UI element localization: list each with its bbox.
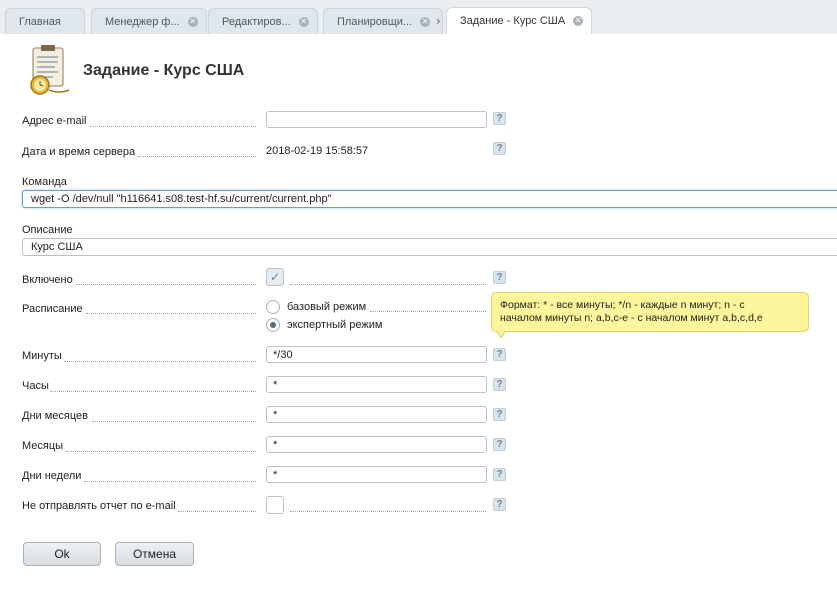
days-of-month-label: Дни месяцев xyxy=(22,410,88,422)
email-field[interactable] xyxy=(266,111,487,128)
tab-editor[interactable]: Редактиров... ✕ xyxy=(208,8,318,34)
server-time-label: Дата и время сервера xyxy=(22,146,136,158)
help-icon[interactable]: ? xyxy=(493,348,506,361)
tab-scheduler[interactable]: Планировщи... ✕ xyxy=(323,8,443,34)
tab-label: Менеджер ф... xyxy=(105,15,180,28)
help-icon[interactable]: ? xyxy=(493,378,506,391)
close-icon[interactable]: ✕ xyxy=(573,16,584,26)
cancel-button[interactable]: Отмена xyxy=(115,542,194,566)
chevron-right-icon: › xyxy=(436,14,441,28)
schedule-basic-radio[interactable] xyxy=(266,300,280,314)
tooltip-line: Формат: * - все минуты; */n - каждые n м… xyxy=(500,299,745,311)
hours-label: Часы xyxy=(22,380,49,392)
tab-label: Задание - Курс США xyxy=(460,15,566,27)
days-of-week-label: Дни недели xyxy=(22,470,82,482)
help-icon[interactable]: ? xyxy=(493,112,506,125)
command-label: Команда xyxy=(22,176,67,188)
checkmark-icon: ✓ xyxy=(270,270,281,284)
dotted-leader xyxy=(76,284,256,285)
dotted-leader xyxy=(92,421,256,422)
cron-format-tooltip: Формат: * - все минуты; */n - каждые n м… xyxy=(491,292,809,332)
dotted-leader xyxy=(138,156,256,157)
radio-selected-dot xyxy=(270,322,276,328)
tooltip-tail xyxy=(497,330,505,337)
dotted-leader xyxy=(50,391,256,392)
schedule-basic-label: базовый режим xyxy=(287,301,367,313)
dotted-leader xyxy=(90,126,256,127)
tab-bar: Главная Менеджер ф... ✕ Редактиров... ✕ … xyxy=(0,0,837,34)
tab-file-manager[interactable]: Менеджер ф... ✕ xyxy=(91,8,207,34)
enabled-label: Включено xyxy=(22,274,73,286)
minutes-field[interactable] xyxy=(266,346,487,363)
months-field[interactable] xyxy=(266,436,487,453)
ok-button[interactable]: Ok xyxy=(23,542,101,566)
schedule-expert-label: экспертный режим xyxy=(287,319,383,331)
dotted-leader xyxy=(370,311,486,312)
no-email-report-checkbox[interactable] xyxy=(266,496,284,514)
tab-task-active[interactable]: Задание - Курс США ✕ xyxy=(446,7,592,34)
no-email-report-label: Не отправлять отчет по e-mail xyxy=(22,500,176,512)
description-label: Описание xyxy=(22,224,73,236)
help-icon[interactable]: ? xyxy=(493,438,506,451)
server-time-value: 2018-02-19 15:58:57 xyxy=(266,145,369,157)
dotted-leader xyxy=(84,481,256,482)
help-icon[interactable]: ? xyxy=(493,142,506,155)
days-of-month-field[interactable] xyxy=(266,406,487,423)
dotted-leader xyxy=(64,361,256,362)
dotted-leader xyxy=(290,284,486,285)
tooltip-line: началом минуты n; a,b,c-e - с началом ми… xyxy=(500,312,763,324)
close-icon[interactable]: ✕ xyxy=(187,16,198,27)
close-icon[interactable]: ✕ xyxy=(298,16,309,27)
close-icon[interactable]: ✕ xyxy=(420,16,431,27)
clipboard-clock-icon xyxy=(30,45,70,95)
tab-label: Планировщи... xyxy=(337,15,413,28)
dotted-leader xyxy=(86,313,256,314)
dotted-leader xyxy=(178,511,256,512)
help-icon[interactable]: ? xyxy=(493,271,506,284)
description-input[interactable]: Курс США xyxy=(22,238,837,256)
tab-label: Редактиров... xyxy=(222,15,291,28)
help-icon[interactable]: ? xyxy=(493,468,506,481)
dotted-leader xyxy=(290,511,486,512)
months-label: Месяцы xyxy=(22,440,64,452)
page-title: Задание - Курс США xyxy=(83,62,245,79)
tab-home[interactable]: Главная xyxy=(5,8,85,34)
command-input[interactable]: wget -O /dev/null "h116641.s08.test-hf.s… xyxy=(22,190,837,208)
schedule-label: Расписание xyxy=(22,303,83,315)
tab-label: Главная xyxy=(19,15,61,28)
help-icon[interactable]: ? xyxy=(493,408,506,421)
hours-field[interactable] xyxy=(266,376,487,393)
help-icon[interactable]: ? xyxy=(493,498,506,511)
dotted-leader xyxy=(66,451,256,452)
minutes-label: Минуты xyxy=(22,350,62,362)
enabled-checkbox[interactable]: ✓ xyxy=(266,268,284,286)
schedule-expert-radio[interactable] xyxy=(266,318,280,332)
days-of-week-field[interactable] xyxy=(266,466,487,483)
email-label: Адрес e-mail xyxy=(22,115,87,127)
